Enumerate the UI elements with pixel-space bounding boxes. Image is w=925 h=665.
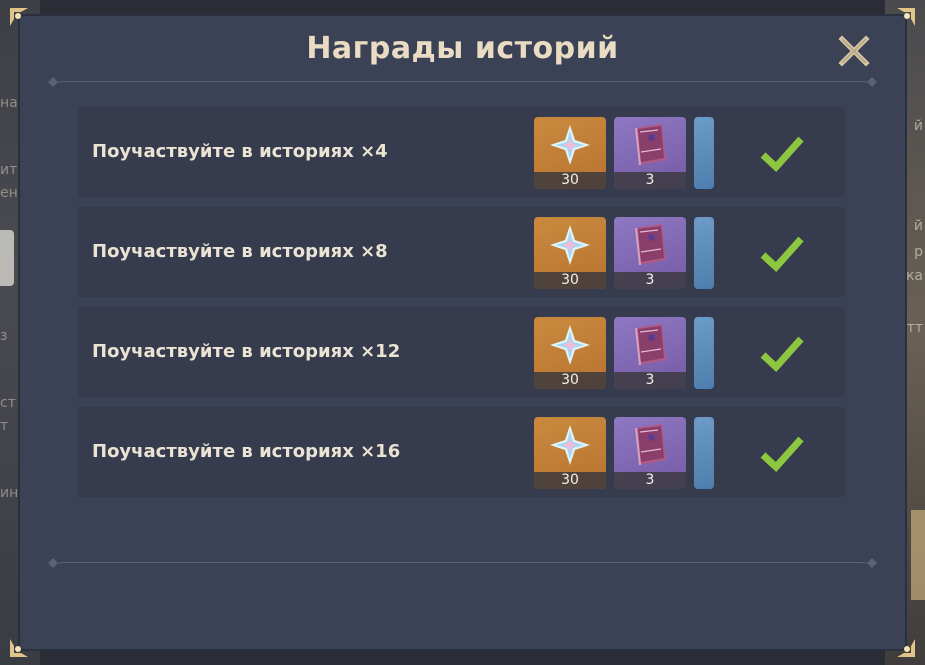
reward-item-book[interactable]: 3 (614, 317, 686, 389)
reward-count: 3 (614, 472, 686, 489)
reward-item-partial[interactable] (694, 317, 714, 389)
hero-wit-book-icon (635, 123, 666, 165)
hero-wit-book-icon (635, 423, 666, 465)
reward-row: Поучаствуйте в историях ×16 30 3 (78, 407, 845, 497)
reward-item-partial[interactable] (694, 217, 714, 289)
reward-item-primogem[interactable]: 30 (534, 417, 606, 489)
reward-item-book[interactable]: 3 (614, 117, 686, 189)
check-icon (760, 136, 804, 172)
reward-row-label: Поучаствуйте в историях ×4 (92, 141, 388, 162)
background-fragment: т (0, 418, 9, 434)
background-fragment: р (914, 244, 923, 260)
close-icon (838, 35, 870, 67)
background-fragment: ин (0, 485, 19, 501)
reward-count: 3 (614, 172, 686, 189)
footer-divider (48, 557, 877, 569)
reward-item-book[interactable]: 3 (614, 217, 686, 289)
background-fragment: й (913, 218, 923, 234)
dialog-title: Награды историй (306, 31, 619, 66)
reward-item-primogem[interactable]: 30 (534, 117, 606, 189)
background-button (0, 230, 14, 286)
background-fragment: ст (0, 395, 16, 411)
reward-row: Поучаствуйте в историях ×12 30 3 (78, 307, 845, 397)
reward-item-primogem[interactable]: 30 (534, 217, 606, 289)
corner-ornament-icon (895, 637, 917, 659)
reward-item-partial[interactable] (694, 417, 714, 489)
hero-wit-book-icon (635, 223, 666, 265)
primogem-icon (550, 324, 590, 365)
close-button[interactable] (837, 34, 871, 68)
reward-row: Поучаствуйте в историях ×4 30 3 (78, 107, 845, 197)
primogem-icon (550, 224, 590, 265)
background-fragment: ен (0, 185, 18, 201)
check-icon (760, 236, 804, 272)
background-fragment: на (0, 95, 18, 111)
background-fragment: ит (0, 162, 18, 178)
corner-ornament-icon (8, 637, 30, 659)
reward-count: 3 (614, 272, 686, 289)
background-fragment: тт (906, 320, 923, 336)
reward-item-partial[interactable] (694, 117, 714, 189)
corner-ornament-icon (8, 6, 30, 28)
reward-count: 3 (614, 372, 686, 389)
hero-wit-book-icon (635, 323, 666, 365)
reward-row: Поучаствуйте в историях ×8 30 3 (78, 207, 845, 297)
corner-ornament-icon (895, 6, 917, 28)
primogem-icon (550, 124, 590, 165)
reward-row-label: Поучаствуйте в историях ×8 (92, 241, 388, 262)
reward-item-primogem[interactable]: 30 (534, 317, 606, 389)
check-icon (760, 336, 804, 372)
reward-row-label: Поучаствуйте в историях ×12 (92, 341, 401, 362)
reward-count: 30 (534, 472, 606, 489)
reward-item-book[interactable]: 3 (614, 417, 686, 489)
primogem-icon (550, 424, 590, 465)
reward-count: 30 (534, 172, 606, 189)
reward-count: 30 (534, 372, 606, 389)
background-fragment: ка (905, 268, 923, 284)
background-glow (911, 510, 925, 600)
check-icon (760, 436, 804, 472)
reward-row-label: Поучаствуйте в историях ×16 (92, 441, 401, 462)
header-divider (48, 76, 877, 88)
background-fragment: й (913, 118, 923, 134)
reward-count: 30 (534, 272, 606, 289)
background-fragment: з (0, 328, 8, 344)
